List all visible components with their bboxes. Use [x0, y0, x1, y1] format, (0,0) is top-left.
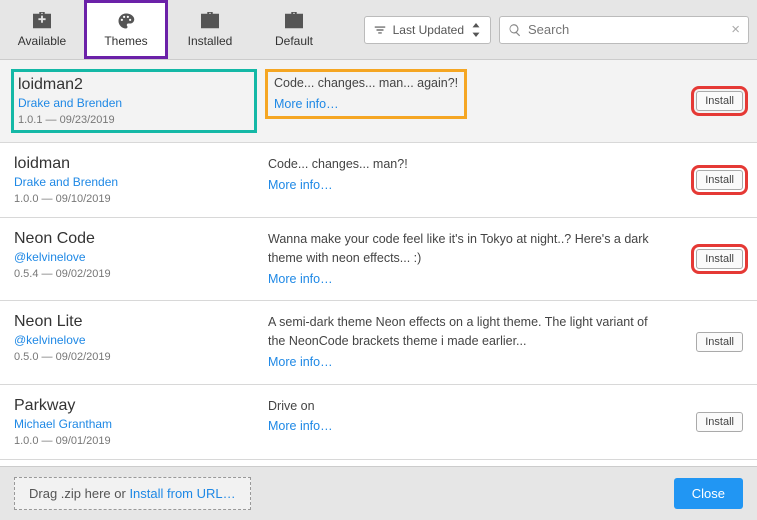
- theme-row: Neon Lite @kelvinelove 0.5.0 — 09/02/201…: [0, 301, 757, 384]
- more-info-link[interactable]: More info…: [274, 95, 339, 114]
- tab-label: Available: [18, 34, 66, 48]
- theme-name: loidman2: [18, 76, 250, 94]
- tab-label: Installed: [188, 34, 233, 48]
- theme-author[interactable]: Michael Grantham: [14, 417, 254, 431]
- theme-author[interactable]: @kelvinelove: [14, 333, 254, 347]
- theme-version: 1.0.1 — 09/23/2019: [18, 114, 250, 126]
- bottombar: Drag .zip here or Install from URL… Clos…: [0, 466, 757, 520]
- theme-description-wrap: A semi-dark theme Neon effects on a ligh…: [268, 313, 659, 371]
- theme-name: Neon Code: [14, 230, 254, 248]
- theme-description: Drive on: [268, 399, 315, 413]
- theme-name: loidman: [14, 155, 254, 173]
- theme-author[interactable]: Drake and Brenden: [14, 175, 254, 189]
- more-info-link[interactable]: More info…: [268, 353, 333, 372]
- theme-description-wrap: Code... changes... man?! More info…: [268, 155, 659, 195]
- install-button[interactable]: Install: [696, 170, 743, 190]
- tab-label: Default: [275, 34, 313, 48]
- theme-version: 0.5.0 — 09/02/2019: [14, 351, 254, 363]
- theme-version: 0.5.4 — 09/02/2019: [14, 268, 254, 280]
- theme-description: Wanna make your code feel like it's in T…: [268, 232, 649, 265]
- tab-label: Themes: [104, 34, 147, 48]
- theme-author[interactable]: Drake and Brenden: [18, 96, 250, 110]
- theme-meta: Neon Code @kelvinelove 0.5.4 — 09/02/201…: [14, 230, 254, 288]
- more-info-link[interactable]: More info…: [268, 270, 333, 289]
- theme-row: Parkway Michael Grantham 1.0.0 — 09/01/2…: [0, 385, 757, 460]
- tab-available[interactable]: Available: [0, 0, 84, 59]
- theme-meta: Parkway Michael Grantham 1.0.0 — 09/01/2…: [14, 397, 254, 447]
- theme-row: loidman Drake and Brenden 1.0.0 — 09/10/…: [0, 143, 757, 218]
- dropzone[interactable]: Drag .zip here or Install from URL…: [14, 477, 251, 510]
- theme-description-col: Code... changes... man... again?! More i…: [268, 72, 659, 130]
- theme-meta: loidman Drake and Brenden 1.0.0 — 09/10/…: [14, 155, 254, 205]
- briefcase-icon: [199, 12, 221, 30]
- theme-description-col: Drive on More info…: [268, 397, 659, 447]
- more-info-link[interactable]: More info…: [268, 417, 333, 436]
- clear-icon[interactable]: ×: [731, 21, 740, 38]
- theme-description-wrap: Code... changes... man... again?! More i…: [268, 72, 464, 116]
- theme-meta: loidman2 Drake and Brenden 1.0.1 — 09/23…: [14, 72, 254, 130]
- sort-select[interactable]: Last Updated: [364, 16, 491, 44]
- theme-name: Neon Lite: [14, 313, 254, 331]
- theme-row: loidman2 Drake and Brenden 1.0.1 — 09/23…: [0, 60, 757, 143]
- palette-icon: [115, 12, 137, 30]
- tab-installed[interactable]: Installed: [168, 0, 252, 59]
- sort-label: Last Updated: [393, 23, 464, 37]
- theme-row: Neon Code @kelvinelove 0.5.4 — 09/02/201…: [0, 218, 757, 301]
- theme-list: loidman2 Drake and Brenden 1.0.1 — 09/23…: [0, 60, 757, 466]
- install-from-url-link[interactable]: Install from URL…: [129, 486, 235, 501]
- theme-description-col: Code... changes... man?! More info…: [268, 155, 659, 205]
- tab-themes[interactable]: Themes: [84, 0, 168, 59]
- more-info-link[interactable]: More info…: [268, 176, 333, 195]
- install-col: Install: [673, 230, 743, 288]
- install-col: Install: [673, 155, 743, 205]
- updown-icon: [470, 23, 482, 37]
- tab-default[interactable]: Default: [252, 0, 336, 59]
- briefcase-plus-icon: [31, 12, 53, 30]
- theme-description-wrap: Drive on More info…: [268, 397, 659, 437]
- install-button[interactable]: Install: [696, 332, 743, 352]
- sort-icon: [373, 23, 387, 37]
- search-icon: [508, 23, 522, 37]
- install-button[interactable]: Install: [696, 412, 743, 432]
- install-col: Install: [673, 397, 743, 447]
- theme-description-col: Wanna make your code feel like it's in T…: [268, 230, 659, 288]
- dropzone-text: Drag .zip here or: [29, 486, 129, 501]
- theme-author[interactable]: @kelvinelove: [14, 250, 254, 264]
- search-wrap[interactable]: ×: [499, 16, 749, 44]
- theme-description: Code... changes... man?!: [268, 157, 408, 171]
- search-input[interactable]: [528, 22, 731, 37]
- theme-name: Parkway: [14, 397, 254, 415]
- close-button[interactable]: Close: [674, 478, 743, 509]
- theme-meta: Neon Lite @kelvinelove 0.5.0 — 09/02/201…: [14, 313, 254, 371]
- theme-version: 1.0.0 — 09/10/2019: [14, 193, 254, 205]
- topbar: Available Themes Installed Default Last …: [0, 0, 757, 60]
- tabs: Available Themes Installed Default: [0, 0, 336, 59]
- theme-description: Code... changes... man... again?!: [274, 76, 458, 90]
- install-button[interactable]: Install: [696, 91, 743, 111]
- install-col: Install: [673, 313, 743, 371]
- top-controls: Last Updated ×: [364, 16, 749, 44]
- briefcase-icon: [283, 12, 305, 30]
- install-col: Install: [673, 72, 743, 130]
- theme-description: A semi-dark theme Neon effects on a ligh…: [268, 315, 648, 348]
- theme-version: 1.0.0 — 09/01/2019: [14, 435, 254, 447]
- theme-description-col: A semi-dark theme Neon effects on a ligh…: [268, 313, 659, 371]
- theme-description-wrap: Wanna make your code feel like it's in T…: [268, 230, 659, 288]
- install-button[interactable]: Install: [696, 249, 743, 269]
